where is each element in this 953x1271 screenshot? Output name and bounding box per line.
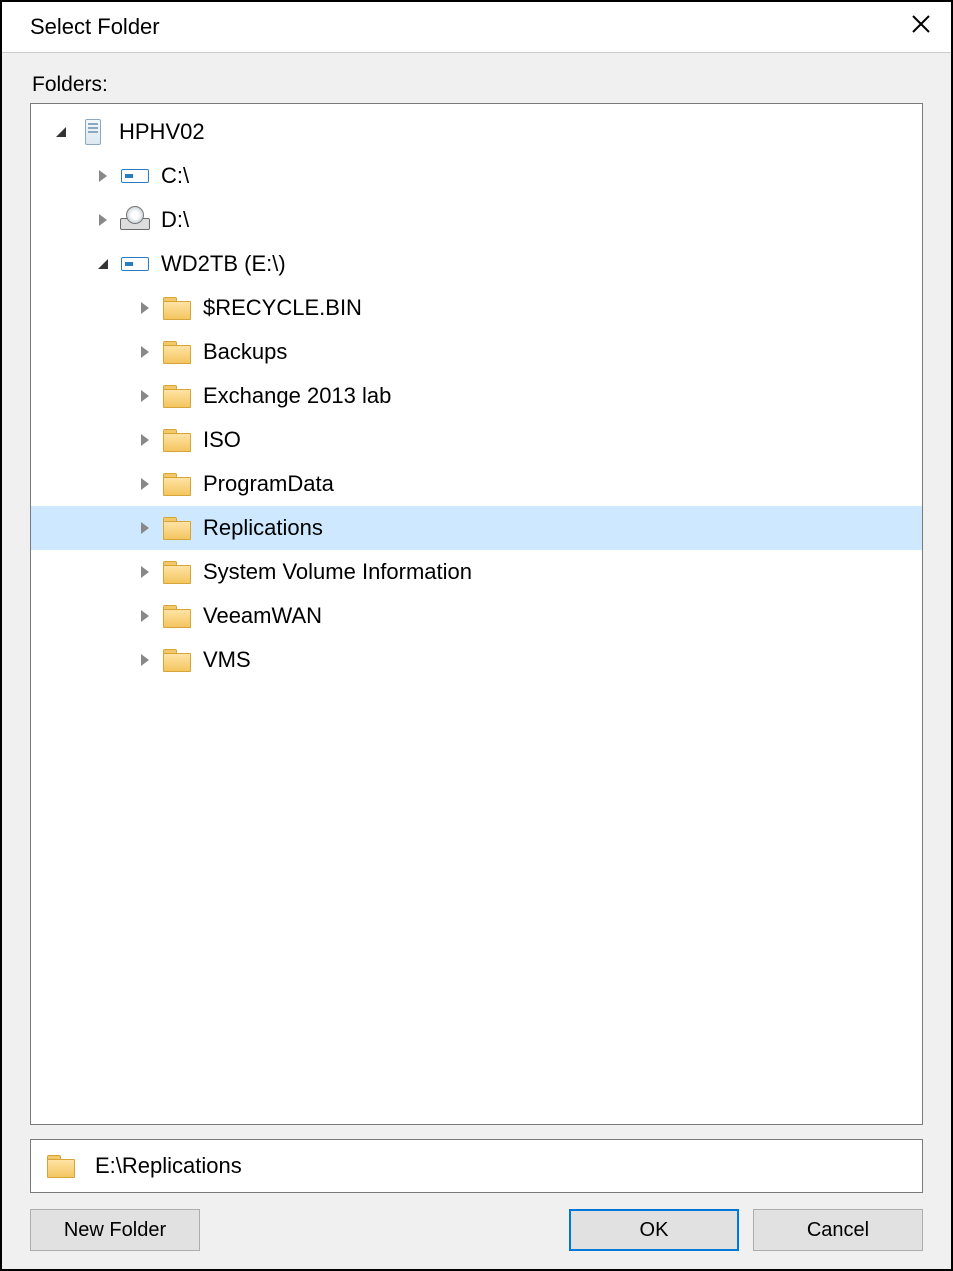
selected-path-text: E:\Replications (95, 1153, 242, 1179)
tree-item-label: System Volume Information (203, 559, 472, 585)
expander-closed-icon[interactable] (131, 522, 159, 534)
tree-item-label: Replications (203, 515, 323, 541)
folder-icon (159, 429, 195, 451)
expander-closed-icon[interactable] (131, 478, 159, 490)
expander-open-icon[interactable] (47, 127, 75, 137)
tree-item-label: WD2TB (E:\) (161, 251, 286, 277)
close-icon[interactable] (909, 12, 933, 42)
new-folder-button[interactable]: New Folder (30, 1209, 200, 1251)
folder-icon (159, 385, 195, 407)
tree-item-label: HPHV02 (119, 119, 205, 145)
folder-icon (159, 517, 195, 539)
dialog-title: Select Folder (30, 14, 160, 40)
tree-item-label: D:\ (161, 207, 189, 233)
tree-item[interactable]: HPHV02 (31, 110, 922, 154)
tree-item-label: Exchange 2013 lab (203, 383, 391, 409)
tree-item[interactable]: VMS (31, 638, 922, 682)
folder-icon (159, 297, 195, 319)
ok-button[interactable]: OK (569, 1209, 739, 1251)
tree-item-label: C:\ (161, 163, 189, 189)
drive-icon (117, 257, 153, 271)
expander-closed-icon[interactable] (131, 654, 159, 666)
tree-item[interactable]: System Volume Information (31, 550, 922, 594)
folders-label: Folders: (32, 73, 923, 97)
server-icon (75, 119, 111, 145)
expander-closed-icon[interactable] (131, 390, 159, 402)
tree-item[interactable]: $RECYCLE.BIN (31, 286, 922, 330)
tree-item[interactable]: ProgramData (31, 462, 922, 506)
tree-item-label: VMS (203, 647, 251, 673)
tree-item[interactable]: Replications (31, 506, 922, 550)
button-row: New Folder OK Cancel (30, 1209, 923, 1251)
disc-drive-icon (117, 210, 153, 230)
expander-closed-icon[interactable] (89, 214, 117, 226)
drive-icon (117, 169, 153, 183)
tree-item-label: ProgramData (203, 471, 334, 497)
tree-item-label: Backups (203, 339, 287, 365)
expander-closed-icon[interactable] (131, 566, 159, 578)
dialog-body: Folders: HPHV02 C:\ D:\ WD2TB (E:\) $RECYCLE… (2, 53, 951, 1269)
selected-path-bar: E:\Replications (30, 1139, 923, 1193)
expander-closed-icon[interactable] (89, 170, 117, 182)
tree-item[interactable]: Backups (31, 330, 922, 374)
expander-closed-icon[interactable] (131, 302, 159, 314)
expander-closed-icon[interactable] (131, 610, 159, 622)
folder-icon (41, 1155, 81, 1177)
tree-item[interactable]: D:\ (31, 198, 922, 242)
tree-item-label: $RECYCLE.BIN (203, 295, 362, 321)
folder-icon (159, 341, 195, 363)
tree-item[interactable]: C:\ (31, 154, 922, 198)
folder-icon (159, 649, 195, 671)
tree-item[interactable]: Exchange 2013 lab (31, 374, 922, 418)
expander-open-icon[interactable] (89, 259, 117, 269)
expander-closed-icon[interactable] (131, 346, 159, 358)
folder-tree[interactable]: HPHV02 C:\ D:\ WD2TB (E:\) $RECYCLE.BIN Backu… (30, 103, 923, 1125)
folder-icon (159, 605, 195, 627)
titlebar: Select Folder (2, 2, 951, 53)
tree-item[interactable]: WD2TB (E:\) (31, 242, 922, 286)
folder-icon (159, 561, 195, 583)
cancel-button[interactable]: Cancel (753, 1209, 923, 1251)
tree-item-label: ISO (203, 427, 241, 453)
tree-item[interactable]: VeeamWAN (31, 594, 922, 638)
folder-icon (159, 473, 195, 495)
expander-closed-icon[interactable] (131, 434, 159, 446)
tree-item[interactable]: ISO (31, 418, 922, 462)
tree-item-label: VeeamWAN (203, 603, 322, 629)
